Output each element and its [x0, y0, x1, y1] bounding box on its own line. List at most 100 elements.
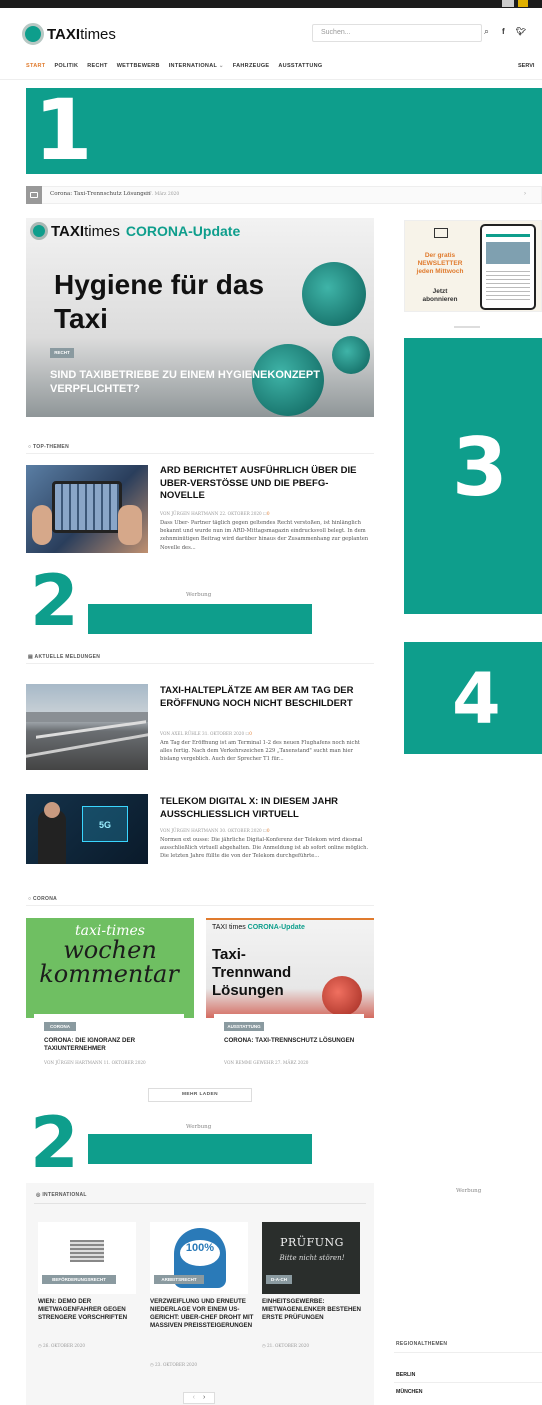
section-title-corona: ○ CORONA — [28, 896, 58, 902]
article-excerpt: Am Tag der Eröffnung ist am Terminal 1-2… — [160, 740, 360, 763]
mail-icon — [434, 228, 448, 238]
intl-card-image-text: Bitte nicht stören! — [279, 1254, 345, 1262]
intl-card-badge[interactable]: BEFÖRDERUNGSRECHT — [42, 1275, 116, 1284]
section-divider — [394, 1352, 542, 1353]
section-divider — [394, 1382, 542, 1383]
article-title[interactable]: TAXI-HALTEPLÄTZE AM BER AM TAG DER ERÖFF… — [160, 685, 372, 710]
article-title[interactable]: TELEKOM DIGITAL X: IN DIESEM JAHR AUSSCH… — [160, 796, 372, 821]
article-image[interactable] — [26, 465, 148, 553]
article-meta: VON AXEL RÜHLE 31. OKTOBER 2020 ☐0 — [160, 731, 252, 736]
card-image-brand: TAXI times CORONA-Update — [212, 924, 305, 931]
section-title-aktuelle: ▤ AKTUELLE MELDUNGEN — [28, 654, 101, 660]
intl-card-title[interactable]: EINHEITSGEWERBE: MIETWAGENLENKER BESTEHE… — [262, 1298, 364, 1322]
facebook-icon[interactable]: f — [502, 27, 505, 36]
nav-item-international[interactable]: INTERNATIONAL ⌄ — [169, 63, 224, 73]
international-section — [26, 1183, 374, 1405]
nav-item-fahrzeuge[interactable]: FAHRZEUGE — [233, 63, 270, 73]
section-divider — [26, 453, 374, 454]
load-more-button[interactable]: MEHR LADEN — [148, 1088, 252, 1102]
card-image-text: kommentar — [39, 960, 179, 988]
hero-brand-bold: TAXI — [51, 222, 85, 240]
news-icon — [30, 192, 38, 198]
top-bar — [0, 0, 542, 8]
sidebar-ad-label: Werbung — [456, 1188, 482, 1194]
intl-card-title[interactable]: WIEN: DEMO DER MIETWAGENFAHRER GEGEN STR… — [38, 1298, 138, 1322]
phone-image — [480, 224, 536, 310]
nav-item-start[interactable]: START — [26, 63, 45, 73]
ad-label: Werbung — [186, 592, 212, 598]
hero-brand-light: times — [84, 222, 120, 240]
intl-card-meta: ◷ 21. OKTOBER 2020 — [262, 1343, 310, 1348]
ticker-date: 27. März 2020 — [146, 192, 180, 197]
ad-placeholder-2 — [88, 1134, 312, 1164]
main-nav: START POLITIK RECHT WETTBEWERB INTERNATI… — [26, 63, 322, 73]
search-icon[interactable]: ⌕ — [484, 27, 489, 37]
intl-card-badge[interactable]: D-A-CH — [266, 1275, 292, 1284]
intl-card-meta: ◷ 23. OKTOBER 2020 — [150, 1362, 198, 1367]
newsletter-text: Der gratis NEWSLETTER jeden Mittwoch — [416, 252, 464, 275]
region-link-muenchen[interactable]: MÜNCHEN — [396, 1389, 423, 1395]
placeholder-number-1: 1 — [34, 81, 93, 179]
nav-item-politik[interactable]: POLITIK — [54, 63, 78, 73]
intl-card-title[interactable]: VERZWEIFLUNG UND ERNEUTE NIEDERLAGE VOR … — [150, 1298, 254, 1330]
ad-placeholder-2 — [88, 604, 312, 634]
top-bar-icon[interactable] — [502, 0, 514, 7]
intl-pager: ‹ › — [183, 1392, 215, 1404]
virus-image — [302, 262, 366, 326]
article-excerpt: Normen ext ousse: Die jährliche Digital-… — [160, 837, 369, 860]
card-image-title: Taxi-Trennwand Lösungen — [212, 946, 292, 999]
section-divider — [34, 1203, 366, 1204]
section-title-international: ◎ INTERNATIONAL — [36, 1192, 87, 1198]
intl-card-image-text: 100% — [185, 1242, 215, 1254]
slider-dots[interactable] — [454, 326, 480, 328]
section-divider — [26, 663, 374, 664]
nav-item-service[interactable]: SERVI — [518, 63, 534, 69]
card-badge[interactable]: AUSSTATTUNG — [224, 1022, 264, 1031]
ticker-next-icon[interactable]: › — [524, 191, 526, 197]
card-meta: VON REMMI GEWEHR 27. MÄRZ 2020 — [224, 1060, 309, 1065]
logo-brand-light: times — [80, 25, 116, 43]
globe-icon — [22, 23, 44, 45]
section-divider — [26, 905, 374, 906]
region-link-berlin[interactable]: BERLIN — [396, 1372, 415, 1378]
article-meta: VON JÜRGEN HARTMANN 22. OKTOBER 2020 ☐0 — [160, 511, 270, 516]
pager-prev-button[interactable]: ‹ — [193, 1394, 195, 1401]
twitter-icon[interactable]: 🐦︎ — [516, 27, 526, 36]
hero-badge[interactable]: RECHT — [50, 348, 74, 358]
article-image[interactable]: 5G — [26, 794, 148, 864]
intl-card-image-text: PRÜFUNG — [280, 1236, 344, 1249]
card-meta: VON JÜRGEN HARTMANN 11. OKTOBER 2020 — [44, 1060, 146, 1065]
article-image[interactable] — [26, 684, 148, 770]
ticker-headline[interactable]: Corona: Taxi-Trennschutz Lösungen — [50, 191, 151, 197]
newsletter-cta[interactable]: Jetzt abonnieren — [410, 288, 470, 304]
card-title[interactable]: CORONA: DIE IGNORANZ DER TAXIUNTERNEHMER — [44, 1037, 180, 1053]
top-bar-icon[interactable] — [518, 0, 528, 7]
article-meta: VON JÜRGEN HARTMANN 30. OKTOBER 2020 ☐0 — [160, 828, 270, 833]
card-image-text: wochen — [63, 936, 157, 964]
nav-item-ausstattung[interactable]: AUSSTATTUNG — [278, 63, 322, 73]
placeholder-number-3: 3 — [452, 421, 508, 514]
placeholder-number-2: 2 — [30, 560, 79, 642]
card-title[interactable]: CORONA: TAXI-TRENNSCHUTZ LÖSUNGEN — [224, 1037, 360, 1045]
logo-brand-bold: TAXI — [47, 25, 81, 43]
placeholder-number-2: 2 — [30, 1102, 79, 1184]
nav-divider — [0, 79, 542, 80]
hero-title: Hygiene für das Taxi — [54, 269, 265, 334]
virus-image — [322, 976, 362, 1016]
pager-next-button[interactable]: › — [203, 1394, 205, 1401]
article-excerpt: Dass Uber- Partner täglich gegen geltend… — [160, 520, 369, 551]
ad-label: Werbung — [186, 1124, 212, 1130]
intl-card-badge[interactable]: ARBEITSRECHT — [154, 1275, 204, 1284]
site-logo[interactable]: TAXItimes — [22, 22, 132, 46]
intl-card-meta: ◷ 26. OKTOBER 2020 — [38, 1343, 86, 1348]
nav-item-wettbewerb[interactable]: WETTBEWERB — [117, 63, 160, 73]
hero-logo: TAXItimes CORONA-Update — [30, 222, 240, 240]
nav-item-recht[interactable]: RECHT — [87, 63, 107, 73]
section-title-regional: REGIONALTHEMEN — [396, 1341, 448, 1347]
search-input[interactable]: Suchen... — [312, 24, 482, 42]
placeholder-number-4: 4 — [452, 658, 501, 740]
card-badge[interactable]: CORONA — [44, 1022, 76, 1031]
hero-caption[interactable]: SIND TAXIBETRIEBE ZU EINEM HYGIENEKONZEP… — [50, 368, 350, 396]
article-title[interactable]: ARD BERICHTET AUSFÜHRLICH ÜBER DIE UBER-… — [160, 465, 372, 503]
globe-icon — [30, 222, 48, 240]
